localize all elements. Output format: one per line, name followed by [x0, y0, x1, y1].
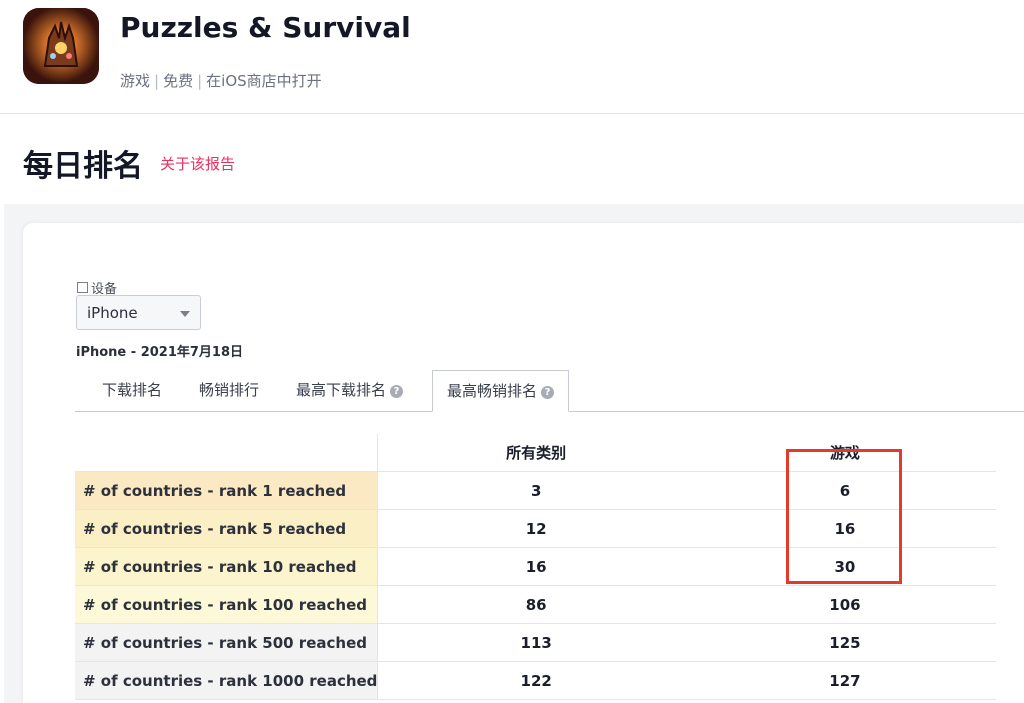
- app-icon-artwork: [23, 8, 99, 84]
- tab-grossing-rank[interactable]: 畅销排行: [199, 370, 259, 411]
- table-row: # of countries - rank 1000 reached 122 127: [75, 661, 996, 700]
- row-label: # of countries - rank 500 reached: [75, 623, 379, 662]
- app-price: 免费: [163, 72, 194, 90]
- row-label: # of countries - rank 1 reached: [75, 471, 379, 510]
- cell-games: 6: [693, 471, 996, 510]
- help-icon[interactable]: ?: [390, 385, 404, 398]
- device-select[interactable]: iPhone: [76, 295, 201, 330]
- app-category[interactable]: 游戏: [120, 72, 150, 90]
- column-header-games: 游戏: [693, 434, 996, 472]
- section-title: 每日排名: [23, 149, 143, 184]
- column-header-all-categories: 所有类别: [377, 434, 694, 472]
- separator: |: [197, 72, 203, 90]
- cell-all-categories: 16: [377, 547, 694, 586]
- tab-label: 畅销排行: [199, 381, 260, 399]
- cell-games: 30: [693, 547, 996, 586]
- table-row: # of countries - rank 1 reached 3 6: [75, 471, 996, 510]
- cell-games: 106: [693, 585, 996, 624]
- ranking-tabs: 下载排名 畅销排行 最高下载排名? 最高畅销排名?: [75, 370, 1024, 412]
- tab-top-download-rank[interactable]: 最高下载排名?: [296, 370, 404, 411]
- cell-games: 16: [693, 509, 996, 548]
- cell-all-categories: 122: [377, 661, 694, 700]
- ranking-table: 所有类别 游戏 # of countries - rank 1 reached 3…: [75, 434, 996, 700]
- chevron-down-icon: [180, 311, 190, 317]
- cell-all-categories: 3: [377, 471, 694, 510]
- app-meta: 游戏 | 免费 | 在iOS商店中打开: [120, 70, 322, 91]
- row-label: # of countries - rank 1000 reached: [75, 661, 379, 700]
- report-subtitle: iPhone - 2021年7月18日: [76, 345, 244, 360]
- device-select-value: iPhone: [87, 304, 138, 322]
- table-row: # of countries - rank 500 reached 113 125: [75, 623, 996, 662]
- separator: |: [154, 72, 160, 90]
- cell-games: 127: [693, 661, 996, 700]
- tab-label: 最高畅销排名: [447, 382, 538, 400]
- cell-all-categories: 113: [377, 623, 694, 662]
- row-label: # of countries - rank 10 reached: [75, 547, 379, 586]
- open-in-ios-store-link[interactable]: 在iOS商店中打开: [206, 72, 322, 90]
- about-report-link[interactable]: 关于该报告: [160, 153, 235, 174]
- tab-download-rank[interactable]: 下载排名: [102, 370, 162, 411]
- row-label: # of countries - rank 100 reached: [75, 585, 379, 624]
- app-icon[interactable]: [23, 8, 99, 84]
- app-header: Puzzles & Survival 游戏 | 免费 | 在iOS商店中打开: [0, 0, 1024, 114]
- cell-all-categories: 86: [377, 585, 694, 624]
- app-title: Puzzles & Survival: [120, 11, 411, 44]
- cell-all-categories: 12: [377, 509, 694, 548]
- help-icon[interactable]: ?: [541, 386, 555, 399]
- table-header-blank: [75, 434, 379, 472]
- device-icon: [77, 282, 88, 293]
- tab-label: 下载排名: [102, 381, 163, 399]
- tab-top-grossing-rank[interactable]: 最高畅销排名?: [432, 370, 570, 412]
- row-label: # of countries - rank 5 reached: [75, 509, 379, 548]
- table-row: # of countries - rank 10 reached 16 30: [75, 547, 996, 586]
- table-header-row: 所有类别 游戏: [75, 434, 996, 472]
- cell-games: 125: [693, 623, 996, 662]
- tab-label: 最高下载排名: [296, 381, 387, 399]
- table-row: # of countries - rank 5 reached 12 16: [75, 509, 996, 548]
- table-row: # of countries - rank 100 reached 86 106: [75, 585, 996, 624]
